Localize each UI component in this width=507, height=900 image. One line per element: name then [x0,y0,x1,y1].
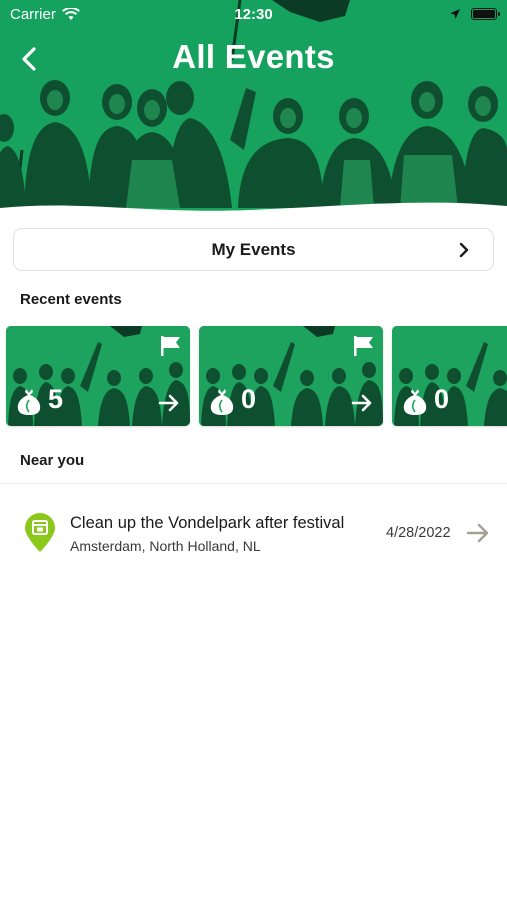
trash-bag-icon [210,389,234,415]
battery-icon [471,8,500,20]
arrow-right-icon [466,523,489,543]
location-arrow-icon [450,9,460,19]
near-event-location: Amsterdam, North Holland, NL [70,538,261,554]
near-you-heading: Near you [20,452,85,469]
calendar-pin-icon [25,513,55,552]
card-bag-count: 0 [241,384,257,414]
recent-event-card[interactable]: 0 [199,326,383,426]
recent-event-card[interactable]: 0 [392,326,507,426]
near-event-title: Clean up the Vondelpark after festival [70,514,345,532]
recent-event-card[interactable]: 5 [6,326,190,426]
arrow-right-icon [351,394,372,412]
wifi-icon [61,7,80,20]
near-event-row[interactable]: Clean up the Vondelpark after festival A… [0,500,507,564]
near-event-date: 4/28/2022 [386,525,451,541]
hero-banner: Carrier 12:30 All Events [0,0,507,232]
recent-events-carousel[interactable]: 5 0 0 [0,326,507,428]
my-events-button[interactable]: My Events [13,228,494,271]
status-right [449,8,500,20]
flag-icon [354,336,373,356]
card-bag-count: 5 [48,384,64,414]
recent-events-heading: Recent events [20,291,122,308]
section-divider [0,483,507,484]
my-events-label: My Events [211,239,296,259]
trash-bag-icon [403,389,427,415]
battery-level [473,10,495,18]
trash-bag-icon [17,389,41,415]
hero-wave-divider [0,202,507,232]
all-events-screen: Carrier 12:30 All Events My Events Recen… [0,0,507,900]
card-bag-count: 0 [434,384,450,414]
status-left: Carrier [10,6,80,23]
arrow-right-icon [158,394,179,412]
status-bar: Carrier 12:30 [0,0,507,28]
carrier-label: Carrier [10,5,56,23]
flag-icon [161,336,180,356]
page-title: All Events [172,38,335,75]
chevron-right-icon [459,242,469,258]
